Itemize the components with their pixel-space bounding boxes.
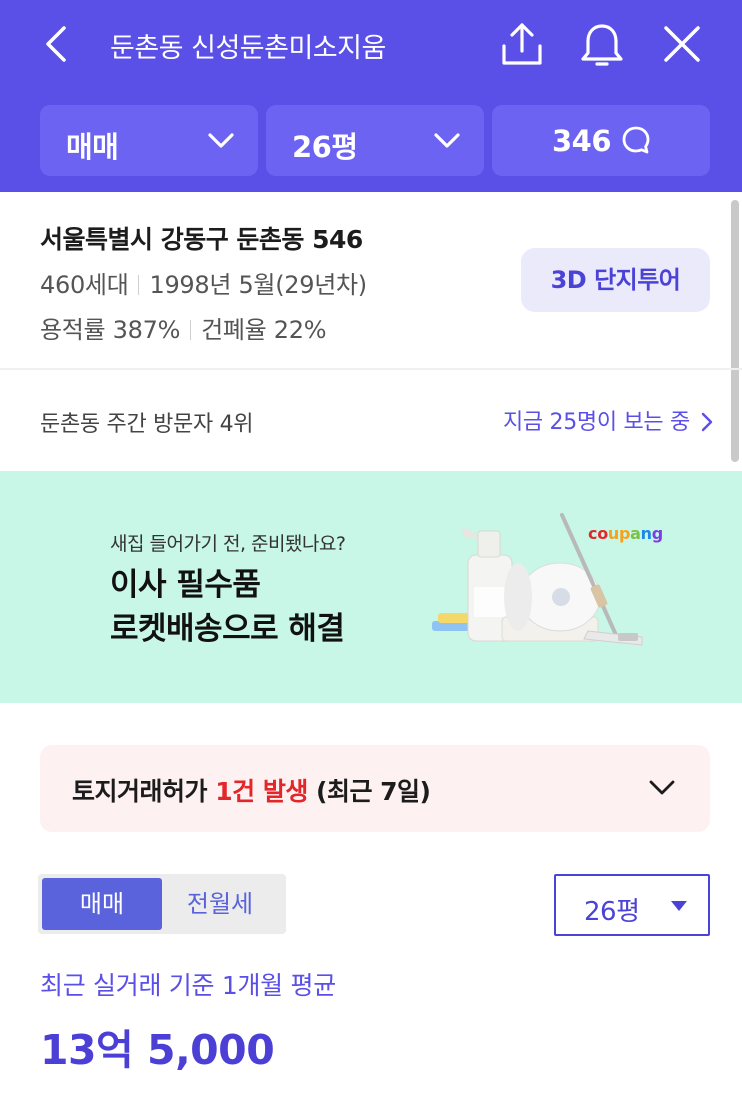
visitor-rank: 둔촌동 주간 방문자 4위 xyxy=(40,412,254,437)
trade-toggle: 매매 전월세 xyxy=(38,874,286,934)
ad-banner[interactable]: 새집 들어가기 전, 준비됐나요? 이사 필수품 로켓배송으로 해결 coupa… xyxy=(0,471,742,703)
scrollbar[interactable] xyxy=(731,200,739,462)
brand-letter: n xyxy=(640,524,652,543)
comment-icon xyxy=(622,126,650,154)
comments-button[interactable]: 346 xyxy=(492,105,710,176)
brand-letter: a xyxy=(630,524,641,543)
chevron-down-icon xyxy=(208,133,234,148)
ad-subtitle: 새집 들어가기 전, 준비됐나요? xyxy=(110,533,346,555)
size-label: 26평 xyxy=(292,130,358,164)
land-permit-text: 토지거래허가 1건 발생 (최근 7일) xyxy=(72,772,431,808)
trade-type-filter[interactable]: 매매 xyxy=(40,105,258,176)
ad-brand-logo: coupang xyxy=(588,524,663,543)
chevron-down-icon xyxy=(434,133,460,148)
built-year: 1998년 5월(29년차) xyxy=(149,271,367,299)
complex-address: 서울특별시 강동구 둔촌동 546 xyxy=(40,225,363,254)
land-permit-count: 1건 발생 xyxy=(215,777,308,806)
ad-headline-2: 로켓배송으로 해결 xyxy=(110,611,345,647)
building-coverage: 건폐율 22% xyxy=(201,316,327,344)
floor-area-ratio: 용적률 387% xyxy=(40,316,181,344)
tab-lease[interactable]: 전월세 xyxy=(160,878,280,930)
avg-price-label: 최근 실거래 기준 1개월 평균 xyxy=(40,971,336,1000)
ad-headline-1: 이사 필수품 xyxy=(110,567,261,603)
trade-type-label: 매매 xyxy=(66,130,119,164)
land-permit-prefix: 토지거래허가 xyxy=(72,777,216,806)
separator xyxy=(190,320,192,340)
size-select-value: 26평 xyxy=(584,897,640,927)
3d-tour-button[interactable]: 3D 단지투어 xyxy=(521,248,710,312)
avg-price-value: 13억 5,000 xyxy=(40,1026,275,1074)
viewers-now-link[interactable]: 지금 25명이 보는 중 xyxy=(503,404,714,436)
complex-summary-line: 460세대 1998년 5월(29년차) xyxy=(40,265,367,300)
close-icon xyxy=(664,26,700,62)
brand-letter: c xyxy=(588,524,598,543)
brand-letter: g xyxy=(651,524,663,543)
page-title: 둔촌동 신성둔촌미소지움 xyxy=(110,33,386,64)
back-button[interactable] xyxy=(36,22,80,66)
size-filter[interactable]: 26평 xyxy=(266,105,484,176)
separator xyxy=(138,275,140,295)
land-permit-suffix: (최근 7일) xyxy=(307,777,431,806)
filter-row: 매매 26평 346 xyxy=(40,105,710,176)
complex-ratio-line: 용적률 387% 건폐율 22% xyxy=(40,310,327,345)
notification-button[interactable] xyxy=(578,20,626,68)
comment-count: 346 xyxy=(552,124,612,158)
brand-letter: p xyxy=(618,524,631,543)
land-permit-alert[interactable]: 토지거래허가 1건 발생 (최근 7일) xyxy=(40,745,710,832)
caret-down-icon xyxy=(671,901,687,911)
brand-letter: o xyxy=(597,524,608,543)
viewers-now-text: 지금 25명이 보는 중 xyxy=(502,410,690,435)
divider xyxy=(0,368,742,370)
app-header: 둔촌동 신성둔촌미소지움 매매 26평 346 xyxy=(0,0,742,192)
tab-sale[interactable]: 매매 xyxy=(42,878,162,930)
chevron-down-icon xyxy=(649,780,675,795)
top-bar: 둔촌동 신성둔촌미소지움 xyxy=(0,0,742,92)
bell-icon xyxy=(581,24,623,66)
chevron-left-icon xyxy=(46,26,66,62)
share-button[interactable] xyxy=(498,20,546,68)
households: 460세대 xyxy=(40,271,129,299)
brand-letter: u xyxy=(607,524,619,543)
chevron-right-icon xyxy=(701,412,713,432)
share-icon xyxy=(502,23,542,65)
size-select[interactable]: 26평 xyxy=(554,874,710,936)
close-button[interactable] xyxy=(658,20,706,68)
